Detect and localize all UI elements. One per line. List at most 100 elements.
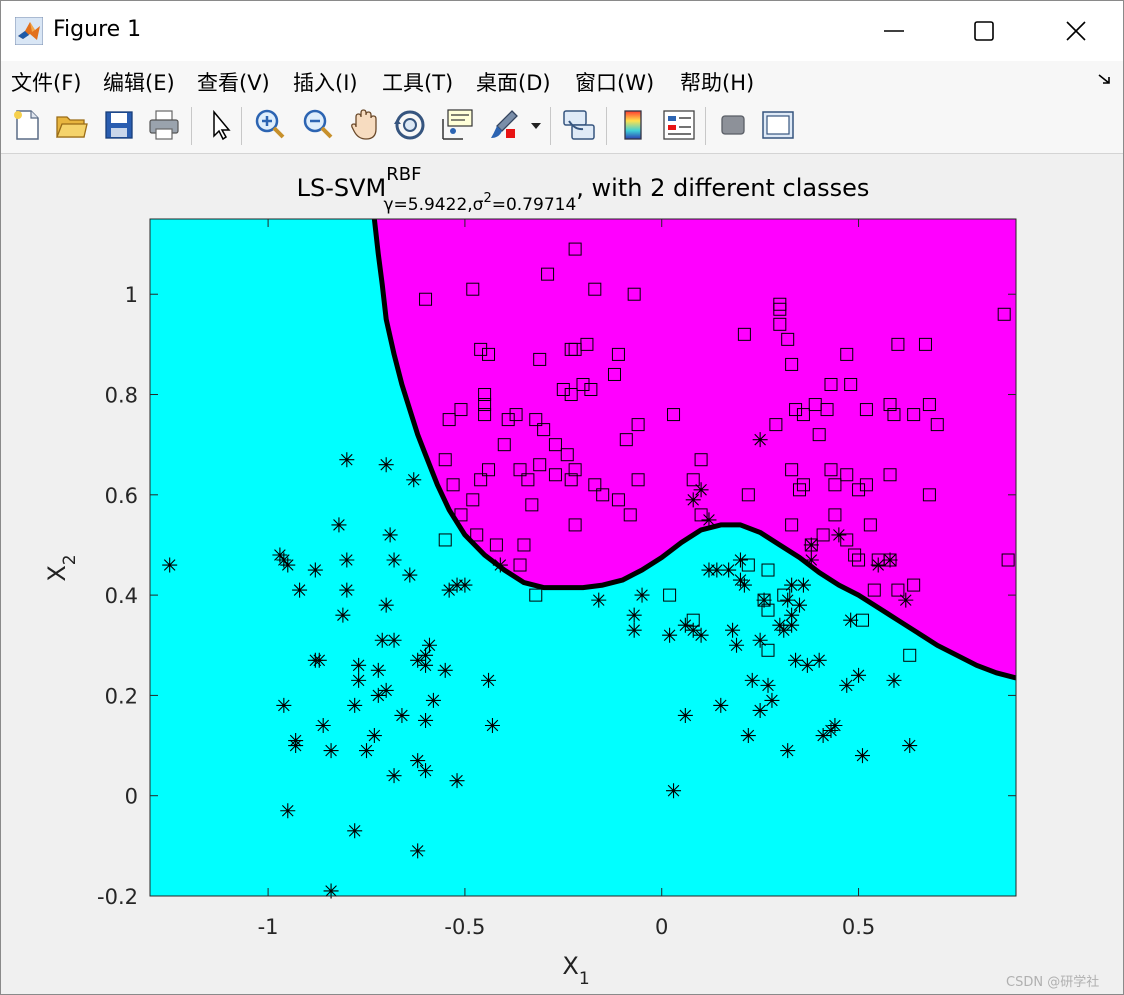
matlab-icon — [15, 17, 43, 45]
data-point-star — [725, 622, 741, 638]
data-point-star — [784, 607, 800, 623]
data-point-star — [280, 803, 296, 819]
data-point-star — [634, 587, 650, 603]
data-point-star — [339, 582, 355, 598]
x-tick-label: -0.5 — [444, 915, 485, 939]
data-point-star — [378, 457, 394, 473]
data-point-star — [792, 597, 807, 613]
watermark: CSDN @研学社 — [1006, 975, 1100, 990]
chart-title-sup: RBF — [386, 164, 421, 185]
close-button[interactable] — [1031, 1, 1121, 61]
data-point-star — [803, 537, 819, 553]
colorbar-icon[interactable] — [615, 107, 651, 143]
data-point-star — [351, 672, 367, 688]
data-point-star — [744, 672, 760, 688]
data-point-star — [386, 552, 402, 568]
data-point-star — [437, 662, 453, 678]
close-icon — [1066, 21, 1086, 41]
x-tick-label: 0.5 — [842, 915, 875, 939]
menu-edit[interactable]: 编辑(E) — [103, 67, 175, 97]
data-point-star — [418, 657, 434, 673]
data-point-star — [307, 562, 323, 578]
y-axis-label: X2 — [43, 554, 80, 581]
data-point-star — [359, 743, 374, 759]
data-point-star — [752, 632, 768, 648]
data-cursor-icon[interactable] — [439, 107, 475, 143]
figure-canvas[interactable]: -1 -0.5 0 0.5 -0.2 0 0.2 0.4 0.6 0.8 1 LS-SVMRBF γ=… — [1, 154, 1123, 994]
data-point-star — [366, 728, 382, 744]
data-point-star — [386, 768, 402, 784]
x-tick-label: 0 — [655, 915, 668, 939]
menu-view[interactable]: 查看(V) — [197, 67, 270, 97]
data-point-star — [898, 592, 914, 608]
chart-title-sub: γ=5.9422,σ — [383, 195, 483, 215]
toolbar-separator — [705, 107, 706, 145]
minimize-icon — [884, 30, 904, 32]
dock-arrow-icon[interactable] — [1097, 71, 1113, 87]
y-tick-label: 0.4 — [105, 584, 138, 608]
brush-icon[interactable] — [486, 107, 522, 143]
maximize-button[interactable] — [939, 1, 1029, 61]
toolbar-separator — [191, 107, 192, 145]
y-tick-label: 0.6 — [105, 484, 138, 508]
chart-title-tail: , with 2 different classes — [576, 174, 869, 202]
data-point-star — [677, 707, 693, 723]
legend-icon[interactable] — [661, 107, 697, 143]
data-point-star — [347, 823, 363, 839]
menu-file[interactable]: 文件(F) — [11, 67, 81, 97]
chart-title: LS-SVMRBF γ=5.9422,σ2=0.79714, with 2 dif… — [297, 164, 870, 215]
y-tick-label: 0 — [125, 785, 138, 809]
y-axis-label-sub: 2 — [60, 554, 80, 565]
open-file-icon[interactable] — [53, 107, 89, 143]
data-point-star — [280, 557, 296, 573]
data-point-star — [591, 592, 607, 608]
menu-window[interactable]: 窗口(W) — [575, 67, 654, 97]
data-point-star — [709, 562, 725, 578]
data-point-star — [729, 637, 745, 653]
data-point-star — [307, 652, 323, 668]
data-point-star — [677, 617, 693, 633]
menu-tools[interactable]: 工具(T) — [382, 67, 453, 97]
data-point-star — [378, 682, 394, 698]
minimize-button[interactable] — [849, 1, 939, 61]
data-point-star — [335, 607, 351, 623]
data-point-star — [410, 753, 426, 769]
menu-bar: 文件(F) 编辑(E) 查看(V) 插入(I) 工具(T) 桌面(D) 窗口(W… — [1, 61, 1123, 99]
axes[interactable]: -1 -0.5 0 0.5 -0.2 0 0.2 0.4 0.6 0.8 1 — [97, 218, 1017, 939]
y-tick-label: 0.8 — [105, 384, 138, 408]
data-point-star — [882, 552, 898, 568]
figure-toolbar — [1, 99, 1123, 154]
brush-dropdown-icon[interactable] — [528, 107, 544, 143]
rotate-3d-icon[interactable] — [392, 107, 428, 143]
figure-window: Figure 1 文件(F) 编辑(E) 查看(V) 插入(I) 工具(T) 桌… — [0, 0, 1124, 995]
data-point-star — [418, 712, 434, 728]
pan-icon[interactable] — [346, 107, 382, 143]
pointer-icon[interactable] — [202, 107, 238, 143]
data-point-star — [425, 692, 441, 708]
data-point-star — [457, 577, 473, 593]
zoom-out-icon[interactable] — [300, 107, 336, 143]
data-point-star — [811, 652, 827, 668]
new-figure-icon[interactable] — [9, 107, 45, 143]
link-plot-icon[interactable] — [561, 107, 597, 143]
x-axis-label-sub: 1 — [579, 969, 590, 989]
save-icon[interactable] — [101, 107, 137, 143]
data-point-star — [701, 512, 717, 528]
show-plot-tools-icon[interactable] — [760, 107, 796, 143]
x-tick-label: -1 — [258, 915, 279, 939]
data-point-star — [693, 627, 709, 643]
menu-insert[interactable]: 插入(I) — [293, 67, 358, 97]
title-bar[interactable]: Figure 1 — [1, 1, 1123, 61]
menu-desktop[interactable]: 桌面(D) — [476, 67, 551, 97]
data-point-star — [323, 743, 339, 759]
menu-help[interactable]: 帮助(H) — [680, 67, 754, 97]
print-icon[interactable] — [146, 107, 182, 143]
y-tick-label: -0.2 — [97, 885, 138, 909]
data-point-star — [831, 527, 847, 543]
zoom-in-icon[interactable] — [252, 107, 288, 143]
data-point-star — [410, 843, 426, 859]
data-point-star — [288, 738, 304, 754]
x-axis-label-main: X — [562, 952, 578, 980]
hide-plot-tools-icon[interactable] — [715, 107, 751, 143]
data-point-star — [740, 728, 756, 744]
